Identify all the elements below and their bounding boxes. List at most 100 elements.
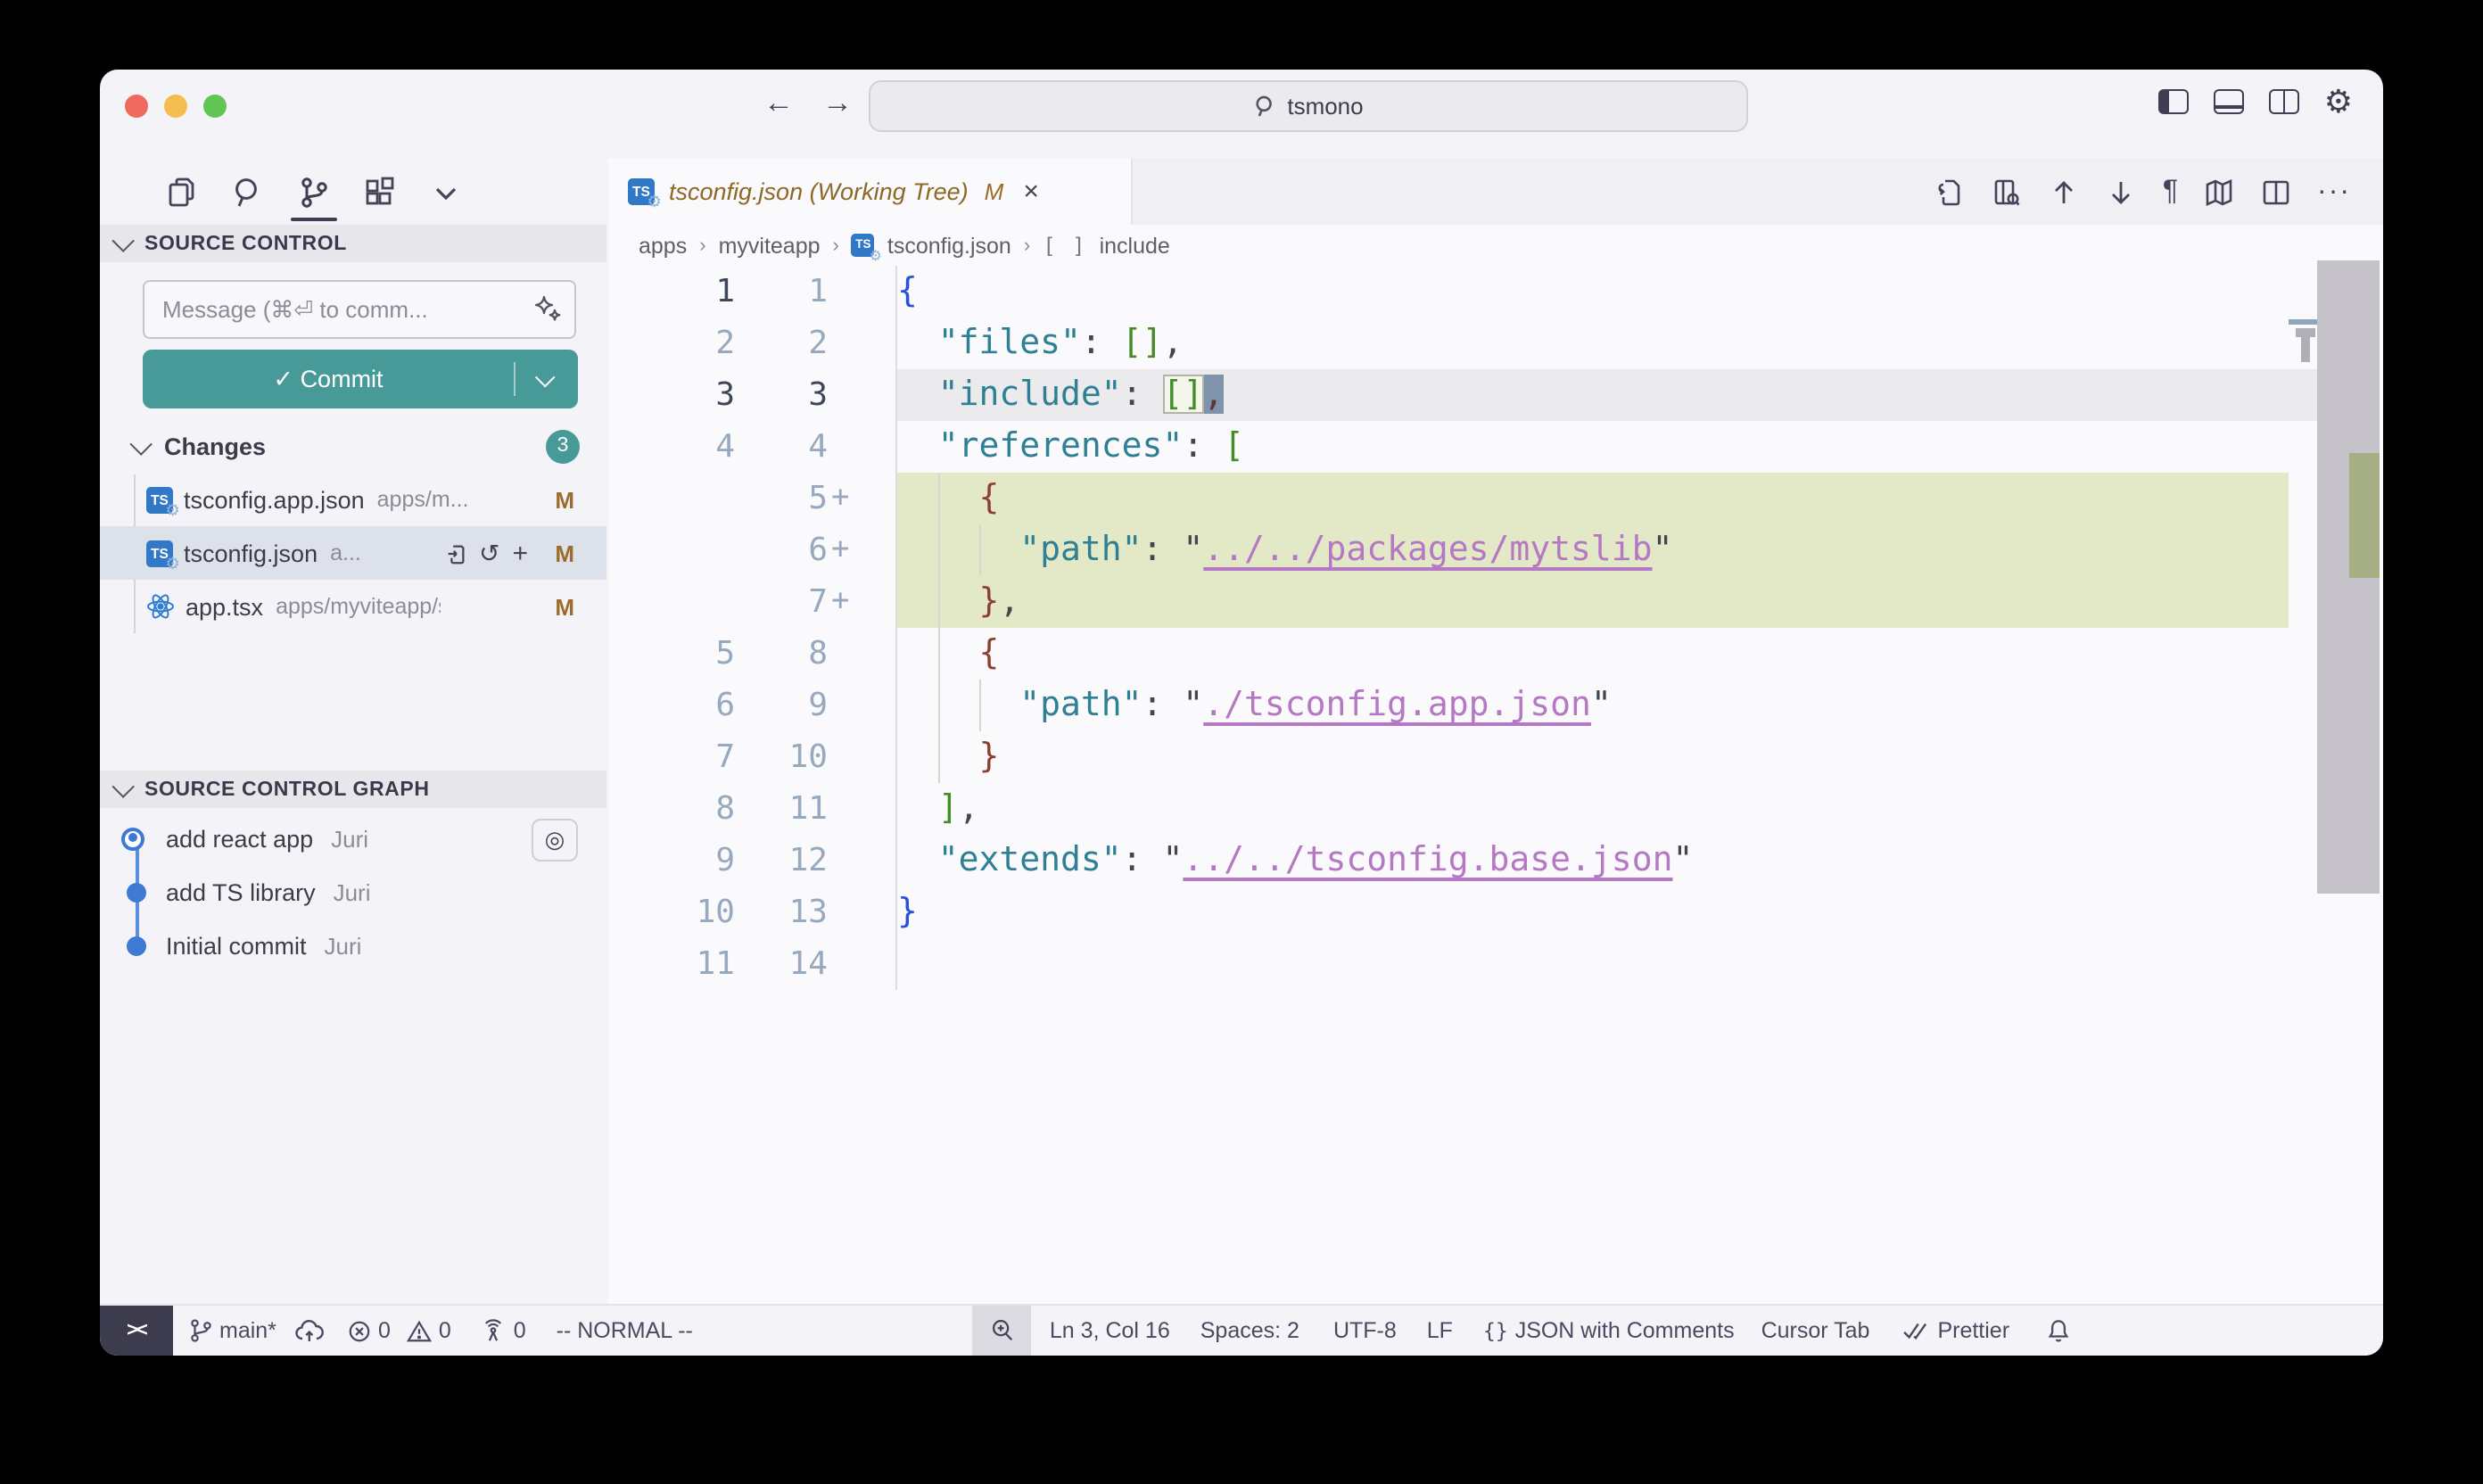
source-control-header[interactable]: SOURCE CONTROL — [100, 225, 606, 262]
error-count: 0 — [378, 1318, 391, 1343]
breadcrumb-myviteapp[interactable]: myviteapp — [719, 233, 821, 258]
modified-line-number: 13 — [735, 886, 828, 938]
cursor-position-item[interactable]: Ln 3, Col 16 — [1050, 1318, 1170, 1343]
branch-status-item[interactable]: main* — [189, 1318, 276, 1343]
formatter-item[interactable]: Prettier — [1901, 1318, 2009, 1343]
previous-change-icon[interactable] — [2049, 176, 2081, 208]
breadcrumb-file[interactable]: tsconfig.json — [887, 233, 1011, 258]
document-link[interactable]: ../../tsconfig.base.json — [1183, 840, 1672, 879]
code-line-10[interactable]: 710 } — [608, 731, 2383, 783]
code-line-9[interactable]: 69 "path": "./tsconfig.app.json" — [608, 680, 2383, 731]
problems-status-item[interactable]: 0 0 — [348, 1318, 451, 1343]
tab-close-icon[interactable]: × — [1023, 177, 1039, 207]
open-changes-icon[interactable] — [1934, 176, 1967, 208]
source-control-graph-header[interactable]: SOURCE CONTROL GRAPH — [100, 771, 606, 808]
original-line-number: 9 — [608, 835, 735, 886]
file-name: tsconfig.app.json — [184, 486, 365, 513]
inline-view-icon[interactable] — [1992, 176, 2024, 208]
toggle-panel-icon[interactable] — [2214, 89, 2244, 114]
diff-added-marker — [828, 369, 895, 421]
toggle-secondary-sidebar-icon[interactable] — [2269, 89, 2299, 114]
commit-row-1[interactable]: add react appJuri◎ — [100, 812, 606, 865]
commit-dropdown-button[interactable] — [516, 372, 578, 386]
encoding-item[interactable]: UTF-8 — [1333, 1318, 1397, 1343]
tab-tsconfig-json[interactable]: TS⚙ tsconfig.json (Working Tree) M × — [608, 159, 1133, 225]
remote-indicator[interactable]: >< — [100, 1305, 173, 1356]
settings-gear-icon[interactable]: ⚙ — [2324, 89, 2353, 114]
search-sidebar-icon[interactable] — [230, 175, 266, 210]
split-editor-icon[interactable] — [2260, 176, 2292, 208]
eol-item[interactable]: LF — [1427, 1318, 1453, 1343]
code-text: ], — [897, 783, 2383, 835]
nav-forward-icon[interactable]: → — [822, 86, 853, 121]
code-line-13[interactable]: 1013} — [608, 886, 2383, 938]
open-file-icon[interactable] — [443, 541, 466, 565]
activity-bar — [100, 159, 606, 225]
search-icon — [1253, 95, 1276, 118]
breadcrumb-separator: › — [1024, 235, 1030, 256]
code-line-6[interactable]: 6+ "path": "../../packages/mytslib" — [608, 524, 2383, 576]
zoom-indicator[interactable] — [973, 1305, 1032, 1356]
source-control-icon[interactable] — [296, 175, 332, 210]
indentation-item[interactable]: Spaces: 2 — [1200, 1318, 1299, 1343]
commit-message-input[interactable] — [143, 280, 576, 339]
branch-name: main* — [219, 1318, 276, 1343]
cursor-tab-item[interactable]: Cursor Tab — [1761, 1318, 1870, 1343]
diff-editor[interactable]: 11{22 "files": [],33 "include": [],44 "r… — [608, 266, 2383, 990]
document-link[interactable]: ../../packages/mytslib — [1203, 530, 1652, 569]
sparkle-ai-icon[interactable] — [533, 294, 562, 323]
more-views-chevron-icon[interactable] — [428, 175, 464, 210]
commit-row-3[interactable]: Initial commitJuri — [100, 919, 606, 972]
nav-back-icon[interactable]: ← — [763, 86, 794, 121]
extensions-icon[interactable] — [362, 175, 398, 210]
code-line-14[interactable]: 1114 — [608, 938, 2383, 990]
document-link[interactable]: ./tsconfig.app.json — [1203, 685, 1591, 724]
bell-icon[interactable] — [2045, 1318, 2070, 1343]
code-line-3[interactable]: 33 "include": [], — [608, 369, 2383, 421]
code-line-7[interactable]: 7+ }, — [608, 576, 2383, 628]
discard-changes-icon[interactable]: ↺ — [479, 541, 499, 565]
warning-count: 0 — [439, 1318, 451, 1343]
close-window-button[interactable] — [125, 95, 148, 118]
minimize-window-button[interactable] — [164, 95, 187, 118]
breadcrumb: apps › myviteapp › TS⚙ tsconfig.json › [… — [608, 225, 2383, 266]
original-line-number: 5 — [608, 628, 735, 680]
file-name: tsconfig.json — [184, 540, 318, 566]
changed-file-row-tsconfig.app.json[interactable]: TS⚙tsconfig.app.jsonapps/m...M — [100, 473, 606, 526]
commit-dot-icon — [127, 936, 146, 955]
changes-section-header[interactable]: Changes 3 — [100, 423, 606, 469]
changed-file-row-tsconfig.json[interactable]: TS⚙tsconfig.jsona...↺+M — [100, 526, 606, 580]
language-mode-item[interactable]: {} JSON with Comments — [1483, 1318, 1735, 1343]
chevron-down-icon — [129, 432, 152, 454]
code-line-11[interactable]: 811 ], — [608, 783, 2383, 835]
code-text: { — [897, 473, 2383, 524]
zoom-window-button[interactable] — [203, 95, 227, 118]
code-line-5[interactable]: 5+ { — [608, 473, 2383, 524]
stage-changes-icon[interactable]: + — [512, 541, 528, 565]
breadcrumb-apps[interactable]: apps — [639, 233, 687, 258]
toggle-sidebar-icon[interactable] — [2158, 89, 2189, 114]
formatter-name: Prettier — [1937, 1318, 2009, 1343]
changed-file-row-app.tsx[interactable]: app.tsxapps/myviteapp/sr...M — [100, 580, 606, 633]
original-line-number: 4 — [608, 421, 735, 473]
code-line-4[interactable]: 44 "references": [ — [608, 421, 2383, 473]
ports-status-item[interactable]: 0 — [480, 1318, 526, 1343]
commit-row-2[interactable]: add TS libraryJuri — [100, 865, 606, 919]
vim-mode-indicator[interactable]: -- NORMAL -- — [557, 1318, 693, 1343]
file-inline-actions: ↺+ — [443, 541, 528, 565]
more-actions-icon[interactable]: ··· — [2317, 176, 2351, 208]
command-center-search[interactable]: tsmono — [869, 80, 1748, 132]
cloud-upload-icon[interactable] — [294, 1318, 325, 1343]
code-line-2[interactable]: 22 "files": [], — [608, 317, 2383, 369]
checkout-target-button[interactable]: ◎ — [532, 819, 578, 862]
explorer-files-icon[interactable] — [164, 175, 200, 210]
code-line-12[interactable]: 912 "extends": "../../tsconfig.base.json… — [608, 835, 2383, 886]
toggle-whitespace-icon[interactable]: ¶ — [2163, 176, 2178, 208]
next-change-icon[interactable] — [2106, 176, 2138, 208]
code-line-1[interactable]: 11{ — [608, 266, 2383, 317]
breadcrumb-symbol[interactable]: include — [1100, 233, 1170, 258]
commit-button[interactable]: ✓ Commit — [143, 350, 578, 408]
code-line-8[interactable]: 58 { — [608, 628, 2383, 680]
map-icon[interactable] — [2203, 176, 2235, 208]
search-value: tsmono — [1287, 93, 1363, 120]
